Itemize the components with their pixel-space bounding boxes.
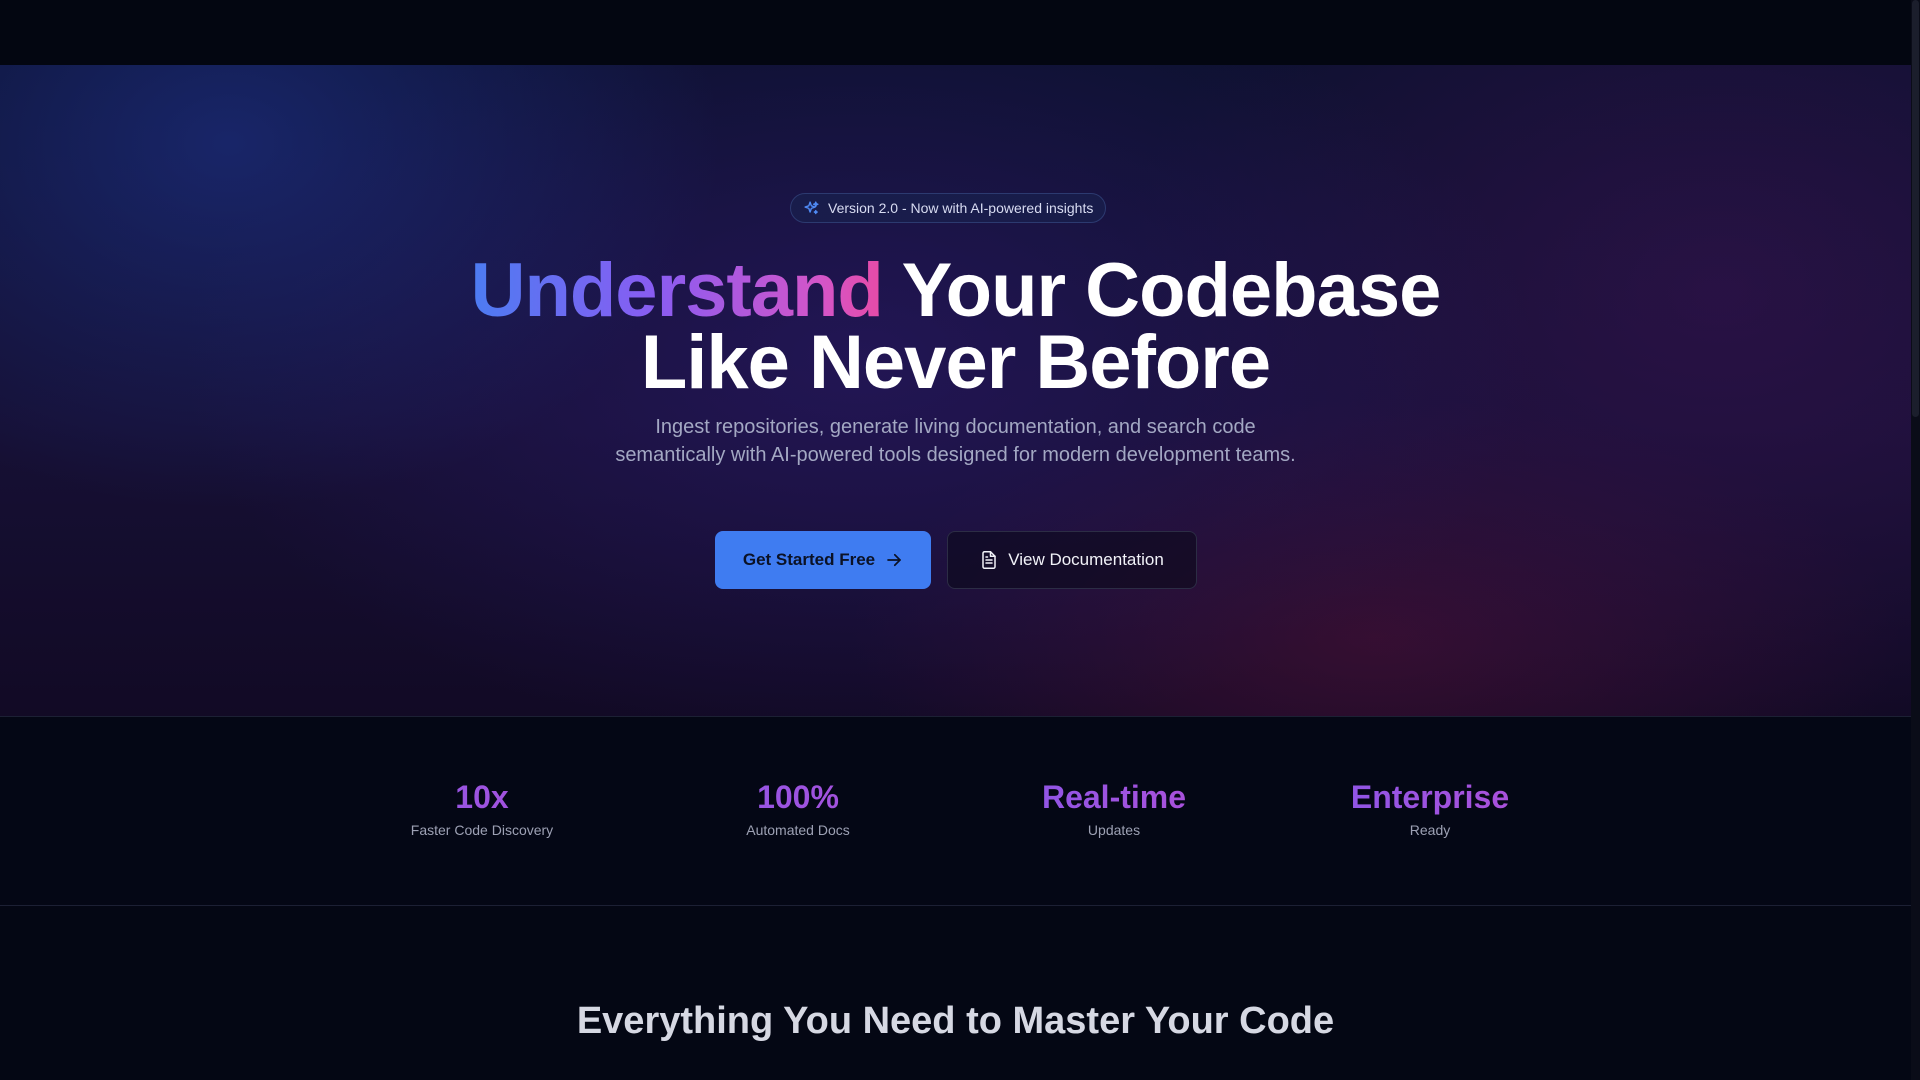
stat-value: Real-time [964, 778, 1264, 816]
stat-item: 100% Automated Docs [648, 778, 948, 840]
stat-item: Real-time Updates [964, 778, 1264, 840]
arrow-right-icon [885, 551, 903, 569]
document-icon [980, 550, 998, 570]
landing-page: Version 2.0 - Now with AI-powered insigh… [0, 0, 1920, 1080]
get-started-button[interactable]: Get Started Free [715, 531, 931, 589]
view-documentation-label: View Documentation [1008, 550, 1164, 569]
version-badge: Version 2.0 - Now with AI-powered insigh… [790, 193, 1107, 223]
badge-label: Version 2.0 - Now with AI-powered insigh… [828, 200, 1094, 216]
features-section: Everything You Need to Master Your Code [0, 907, 1911, 1080]
stat-value: 100% [648, 778, 948, 816]
stat-label: Ready [1409, 822, 1451, 838]
get-started-label: Get Started Free [742, 550, 876, 569]
stat-value: 10x [332, 778, 632, 816]
view-documentation-button[interactable]: View Documentation [947, 531, 1197, 589]
stat-value: Enterprise [1280, 778, 1580, 816]
scrollbar-thumb[interactable] [1912, 0, 1919, 417]
features-title: Everything You Need to Master Your Code [576, 1000, 1335, 1042]
page-scrollbar[interactable] [1911, 0, 1920, 1080]
top-navigation-bar [0, 0, 1911, 65]
hero-section: Version 2.0 - Now with AI-powered insigh… [0, 65, 1911, 717]
stats-section: 10x Faster Code Discovery 100% Automated… [0, 718, 1911, 906]
hero-subtext: Ingest repositories, generate living doc… [615, 416, 1296, 466]
stat-label: Faster Code Discovery [410, 822, 554, 838]
stat-label: Updates [1087, 822, 1141, 838]
stat-item: 10x Faster Code Discovery [332, 778, 632, 840]
stat-item: Enterprise Ready [1280, 778, 1580, 840]
hero-content: Version 2.0 - Now with AI-powered insigh… [0, 65, 1911, 716]
sparkles-icon [803, 200, 820, 217]
stat-label: Automated Docs [746, 822, 850, 838]
headline-line2: Like Never Before [640, 320, 1271, 405]
hero-headline: Understand Your Codebase Like Never Befo… [0, 253, 1911, 401]
